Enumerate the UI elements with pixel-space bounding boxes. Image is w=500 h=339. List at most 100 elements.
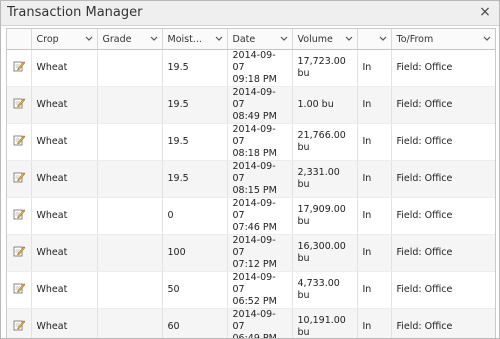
column-header-volume[interactable]: Volume: [292, 29, 358, 50]
edit-icon[interactable]: [13, 134, 25, 146]
grade-cell: [97, 197, 163, 235]
moisture-cell: 19.5: [162, 123, 228, 161]
table-row[interactable]: Wheat 19.5 2014-09-07 08:49 PM 1.00 bu In Fiel…: [7, 86, 495, 124]
time-value: 08:49 PM: [232, 111, 277, 122]
date-value: 2014-09-07: [232, 124, 276, 147]
crop-cell: Wheat: [31, 234, 98, 272]
edit-icon[interactable]: [13, 282, 25, 294]
crop-cell: Wheat: [31, 123, 98, 161]
date-cell: 2014-09-07 08:18 PM: [227, 123, 293, 161]
time-value: 07:46 PM: [232, 222, 277, 233]
grade-cell: [97, 123, 163, 161]
window-title: Transaction Manager: [7, 5, 143, 20]
moisture-cell: 19.5: [162, 49, 228, 87]
edit-icon[interactable]: [13, 97, 25, 109]
table-row[interactable]: Wheat 100 2014-09-07 07:12 PM 16,300.00 bu In…: [7, 234, 495, 272]
date-value: 2014-09-07: [232, 272, 276, 295]
time-value: 07:12 PM: [232, 259, 277, 270]
edit-icon[interactable]: [13, 245, 25, 257]
edit-icon[interactable]: [13, 60, 25, 72]
volume-cell: 4,733.00 bu: [292, 271, 358, 309]
time-value: 09:18 PM: [232, 74, 277, 85]
chevron-down-icon[interactable]: [85, 35, 93, 44]
column-header-label: Moist...: [167, 33, 202, 45]
direction-cell: In: [357, 308, 392, 338]
direction-cell: In: [357, 49, 392, 87]
date-cell: 2014-09-07 08:15 PM: [227, 160, 293, 198]
transactions-grid: Crop Grade Moist... Date Volume To/From Wheat…: [6, 28, 496, 339]
time-value: 08:18 PM: [232, 148, 277, 159]
date-value: 2014-09-07: [232, 87, 276, 110]
volume-cell: 2,331.00 bu: [292, 160, 358, 198]
row-action-cell: [7, 123, 32, 161]
column-header-action[interactable]: [7, 29, 32, 50]
chevron-down-icon[interactable]: [215, 35, 223, 44]
date-value: 2014-09-07: [232, 235, 276, 258]
crop-cell: Wheat: [31, 197, 98, 235]
to-from-cell: Field: Office: [391, 308, 495, 338]
crop-cell: Wheat: [31, 49, 98, 87]
table-row[interactable]: Wheat 60 2014-09-07 06:49 PM 10,191.00 bu In F…: [7, 308, 495, 339]
table-row[interactable]: Wheat 0 2014-09-07 07:46 PM 17,909.00 bu In Fi…: [7, 197, 495, 235]
column-header-label: Crop: [36, 33, 59, 45]
table-row[interactable]: Wheat 19.5 2014-09-07 08:15 PM 2,331.00 bu In…: [7, 160, 495, 198]
direction-cell: In: [357, 160, 392, 198]
moisture-cell: 50: [162, 271, 228, 309]
date-cell: 2014-09-07 06:49 PM: [227, 308, 293, 339]
column-header-label: To/From: [396, 33, 434, 45]
date-cell: 2014-09-07 08:49 PM: [227, 86, 293, 124]
time-value: 06:52 PM: [232, 296, 277, 307]
chevron-down-icon[interactable]: [150, 35, 158, 44]
chevron-down-icon[interactable]: [483, 35, 491, 44]
row-action-cell: [7, 49, 32, 87]
time-value: 06:49 PM: [232, 333, 277, 339]
column-header-to-from[interactable]: To/From: [391, 29, 495, 50]
moisture-cell: 19.5: [162, 160, 228, 198]
to-from-cell: Field: Office: [391, 234, 495, 272]
direction-cell: In: [357, 234, 392, 272]
crop-cell: Wheat: [31, 271, 98, 309]
moisture-cell: 19.5: [162, 86, 228, 124]
edit-icon[interactable]: [13, 319, 25, 331]
date-value: 2014-09-07: [232, 309, 276, 332]
date-value: 2014-09-07: [232, 198, 276, 221]
column-header-label: Volume: [297, 33, 333, 45]
moisture-cell: 0: [162, 197, 228, 235]
direction-cell: In: [357, 86, 392, 124]
column-header-direction[interactable]: [357, 29, 392, 50]
direction-cell: In: [357, 271, 392, 309]
column-header-crop[interactable]: Crop: [31, 29, 98, 50]
close-icon[interactable]: ×: [477, 4, 493, 20]
to-from-cell: Field: Office: [391, 160, 495, 198]
column-header-date[interactable]: Date: [227, 29, 293, 50]
volume-cell: 10,191.00 bu: [292, 308, 358, 338]
row-action-cell: [7, 197, 32, 235]
transaction-manager-window: Transaction Manager × Crop Grade Moist... D…: [0, 0, 500, 339]
row-action-cell: [7, 308, 32, 338]
volume-cell: 1.00 bu: [292, 86, 358, 124]
volume-cell: 16,300.00 bu: [292, 234, 358, 272]
window-titlebar: Transaction Manager ×: [1, 1, 499, 26]
column-header-grade[interactable]: Grade: [97, 29, 163, 50]
column-header-moisture[interactable]: Moist...: [162, 29, 228, 50]
edit-icon[interactable]: [13, 208, 25, 220]
chevron-down-icon[interactable]: [345, 35, 353, 44]
chevron-down-icon[interactable]: [379, 35, 387, 44]
column-header-label: Date: [232, 33, 256, 45]
volume-cell: 21,766.00 bu: [292, 123, 358, 161]
to-from-cell: Field: Office: [391, 49, 495, 87]
table-row[interactable]: Wheat 50 2014-09-07 06:52 PM 4,733.00 bu In Fi…: [7, 271, 495, 309]
edit-icon[interactable]: [13, 171, 25, 183]
date-value: 2014-09-07: [232, 161, 276, 184]
row-action-cell: [7, 234, 32, 272]
grade-cell: [97, 49, 163, 87]
table-row[interactable]: Wheat 19.5 2014-09-07 08:18 PM 21,766.00 bu I…: [7, 123, 495, 161]
moisture-cell: 100: [162, 234, 228, 272]
chevron-down-icon[interactable]: [280, 35, 288, 44]
date-cell: 2014-09-07 07:46 PM: [227, 197, 293, 235]
crop-cell: Wheat: [31, 160, 98, 198]
crop-cell: Wheat: [31, 308, 98, 338]
direction-cell: In: [357, 197, 392, 235]
table-row[interactable]: Wheat 19.5 2014-09-07 09:18 PM 17,723.00 bu I…: [7, 49, 495, 87]
row-action-cell: [7, 271, 32, 309]
